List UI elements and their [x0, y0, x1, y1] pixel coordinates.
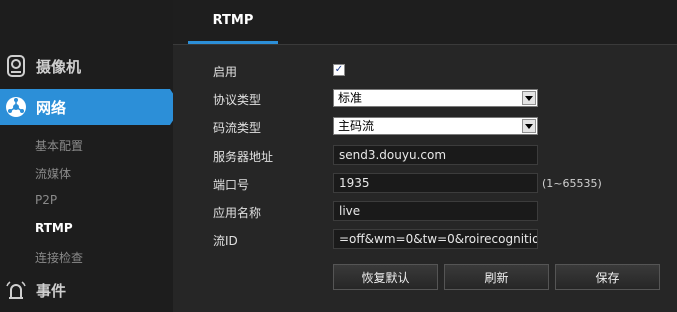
protocol-type-value: 标准 [338, 91, 363, 105]
protocol-type-select[interactable]: 标准 [333, 89, 538, 107]
server-address-label: 服务器地址 [213, 150, 274, 164]
tab-rtmp[interactable]: RTMP [188, 0, 278, 44]
check-icon: ✓ [334, 64, 344, 75]
app-name-input[interactable]: live [333, 201, 538, 221]
restore-default-button[interactable]: 恢复默认 [333, 264, 438, 290]
sidebar-item-connection-check[interactable]: 连接检查 [35, 249, 83, 266]
enable-label: 启用 [213, 65, 238, 79]
camera-icon [4, 54, 28, 78]
sidebar-category-camera[interactable]: 摄像机 [0, 48, 173, 84]
sidebar-category-network-label: 网络 [36, 98, 67, 117]
app-name-label: 应用名称 [213, 206, 262, 220]
port-range-hint: (1~65535) [542, 177, 602, 190]
sidebar-category-network[interactable]: 网络 [0, 89, 182, 125]
port-input[interactable]: 1935 [333, 173, 538, 193]
sidebar-item-basic-config[interactable]: 基本配置 [35, 137, 83, 154]
server-address-input[interactable]: send3.douyu.com [333, 145, 538, 165]
sidebar-item-rtmp[interactable]: RTMP [35, 221, 73, 235]
refresh-button[interactable]: 刷新 [444, 264, 549, 290]
stream-type-select[interactable]: 主码流 [333, 117, 538, 135]
tab-bar: RTMP [173, 0, 677, 45]
sidebar-item-streaming[interactable]: 流媒体 [35, 165, 71, 182]
chevron-down-icon[interactable] [522, 119, 536, 133]
chevron-down-icon[interactable] [522, 91, 536, 105]
sidebar-category-event[interactable]: 事件 [0, 272, 173, 308]
sidebar-item-p2p[interactable]: P2P [35, 193, 57, 207]
save-button[interactable]: 保存 [555, 264, 660, 290]
stream-id-label: 流ID [213, 234, 238, 248]
stream-id-input[interactable]: =off&wm=0&tw=0&roirecognition=0 [333, 229, 538, 249]
network-icon [4, 95, 28, 119]
stream-type-value: 主码流 [338, 119, 375, 133]
alarm-icon [4, 278, 28, 302]
protocol-type-label: 协议类型 [213, 93, 262, 107]
main-panel: RTMP 启用 ✓ 协议类型 标准 码流类型 主码流 服务器地址 send3.d… [173, 0, 677, 312]
port-label: 端口号 [213, 178, 250, 192]
sidebar: 摄像机 网络 基本配置 流媒体 P2P RTMP 连接检查 事件 [0, 0, 182, 312]
stream-type-label: 码流类型 [213, 121, 262, 135]
sidebar-category-camera-label: 摄像机 [36, 57, 82, 76]
enable-checkbox[interactable]: ✓ [333, 64, 345, 76]
sidebar-category-event-label: 事件 [36, 281, 67, 300]
